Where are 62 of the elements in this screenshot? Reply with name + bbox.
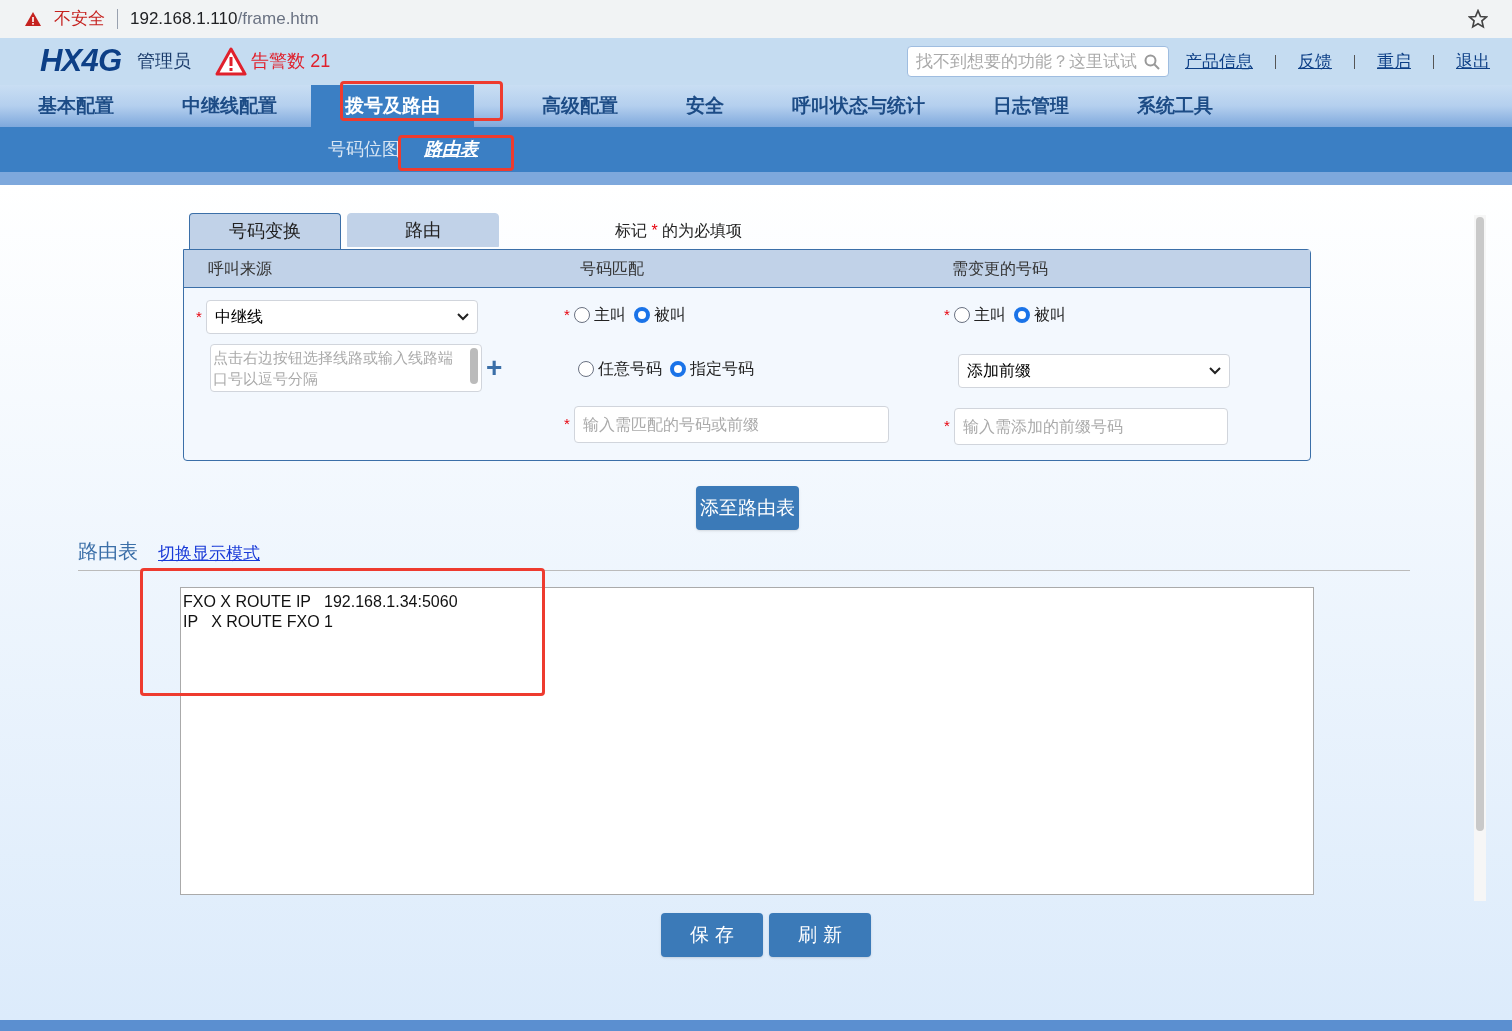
change-mode-select[interactable]: 添加前缀 <box>958 354 1230 388</box>
radio-button[interactable] <box>953 307 970 323</box>
toggle-display-link[interactable]: 切换显示模式 <box>158 540 260 566</box>
radio-label: 被叫 <box>1033 305 1066 325</box>
nav-tab[interactable]: 日志管理 <box>993 85 1069 127</box>
radio-button[interactable] <box>1013 307 1030 323</box>
radio-button[interactable] <box>573 307 590 323</box>
nav-tab[interactable]: 中继线配置 <box>182 85 277 127</box>
route-line: IP X ROUTE FXO 1 <box>183 612 333 632</box>
column-heading: 需变更的号码 <box>952 258 1049 279</box>
alarm-count[interactable]: 告警数 21 <box>251 48 331 75</box>
radio-label: 任意号码 <box>598 359 662 379</box>
radio-label: 被叫 <box>653 305 686 325</box>
radio-label: 主叫 <box>593 305 626 325</box>
warning-icon <box>215 46 248 77</box>
logo: HX4G <box>40 42 122 81</box>
radio-button[interactable] <box>670 361 686 377</box>
nav-tab[interactable]: 系统工具 <box>1137 85 1213 127</box>
route-line: FXO X ROUTE IP 192.168.1.34:5060 <box>183 592 458 612</box>
url-text[interactable]: 192.168.1.110/frame.htm <box>130 6 319 32</box>
nav-tab[interactable]: 基本配置 <box>38 85 114 127</box>
search-field[interactable]: 找不到想要的功能？这里试试 <box>907 46 1169 77</box>
form-tab[interactable]: 号码变换 <box>189 213 341 249</box>
form-tab[interactable]: 路由 <box>347 213 499 247</box>
required-note: 标记 * 的为必填项 <box>615 221 743 241</box>
subnav-link[interactable]: 路由表 <box>424 136 478 163</box>
star-icon[interactable] <box>1468 9 1488 29</box>
add-button[interactable]: + <box>486 354 503 382</box>
action-button[interactable]: 保 存 <box>661 913 763 957</box>
column-heading: 呼叫来源 <box>207 258 273 279</box>
required-mark: * <box>944 416 950 437</box>
header-link[interactable]: 退出 <box>1456 48 1490 75</box>
required-mark: * <box>196 306 202 327</box>
required-mark: * <box>564 304 570 325</box>
user-role: 管理员 <box>137 50 192 73</box>
section-title: 路由表 <box>78 539 138 564</box>
header-link[interactable]: 产品信息 <box>1185 48 1253 75</box>
nav-tab[interactable]: 呼叫状态与统计 <box>792 85 925 127</box>
security-label: 不安全 <box>54 8 105 31</box>
radio-label: 指定号码 <box>690 359 754 379</box>
chevron-down-icon <box>456 313 469 321</box>
nav-tab[interactable]: 高级配置 <box>542 85 618 127</box>
header-link[interactable]: 反馈 <box>1298 48 1332 75</box>
prefix-field[interactable]: 输入需添加的前缀号码 <box>953 408 1228 445</box>
match-number-field[interactable]: 输入需匹配的号码或前缀 <box>573 406 889 443</box>
add-to-route-table-button[interactable]: 添至路由表 <box>695 486 799 530</box>
radio-button[interactable] <box>578 361 594 377</box>
required-mark: * <box>944 304 950 325</box>
radio-button[interactable] <box>633 307 650 323</box>
nav-tab[interactable]: 拨号及路由 <box>311 85 474 127</box>
route-table-textarea[interactable]: FXO X ROUTE IP 192.168.1.34:5060 IP X ROUTE FXO 1 <box>180 587 1314 895</box>
nav-tab[interactable]: 安全 <box>686 85 724 127</box>
warning-icon <box>24 11 42 27</box>
required-mark: * <box>564 414 570 435</box>
header-link[interactable]: 重启 <box>1377 48 1411 75</box>
search-icon[interactable] <box>1144 53 1160 70</box>
action-button[interactable]: 刷 新 <box>769 913 871 957</box>
radio-label: 主叫 <box>973 305 1006 325</box>
column-heading: 号码匹配 <box>580 258 645 279</box>
chevron-down-icon <box>1209 367 1221 375</box>
subnav-link[interactable]: 号码位图 <box>328 136 400 163</box>
trunk-select[interactable]: 中继线 <box>205 300 478 334</box>
